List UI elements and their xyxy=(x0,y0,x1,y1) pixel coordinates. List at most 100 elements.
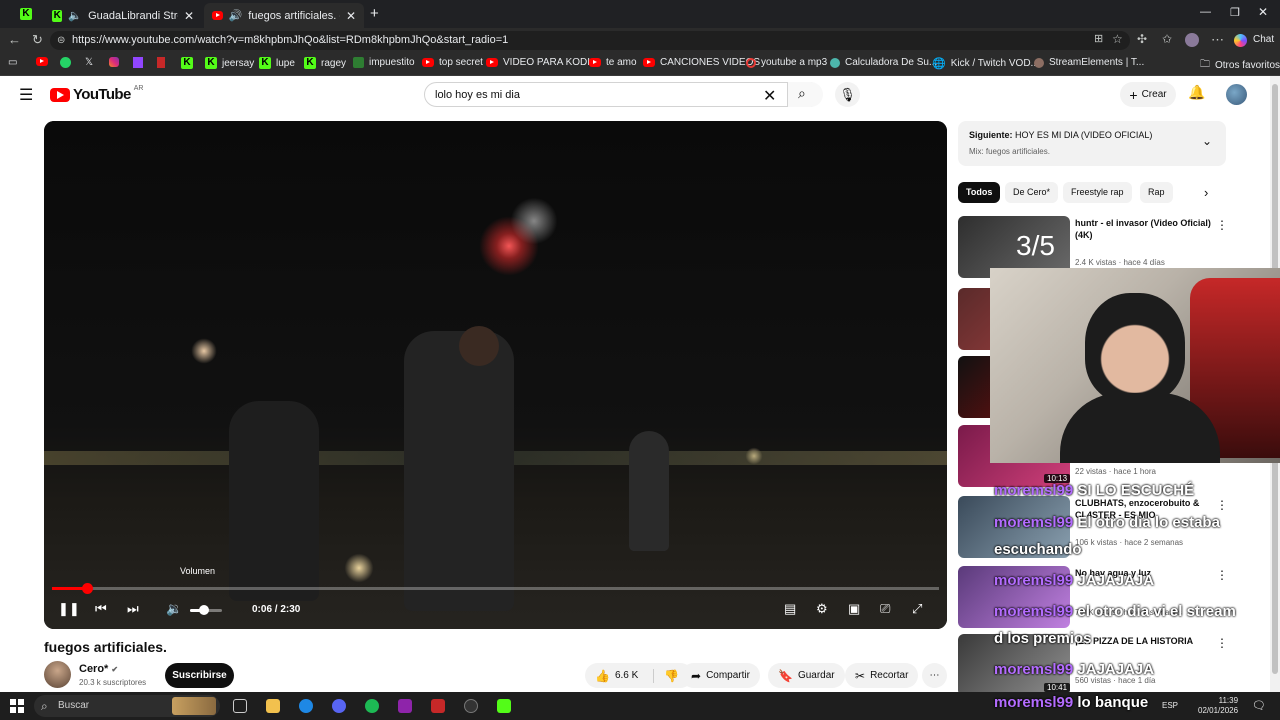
bookmark-x-icon[interactable]: 𝕏 xyxy=(85,57,93,68)
reading-list-icon[interactable]: ▭ xyxy=(8,57,17,68)
chevron-right-icon[interactable]: › xyxy=(1204,185,1208,200)
create-button[interactable]: + Crear xyxy=(1120,82,1176,107)
bookmark-calculadora[interactable]: Calculadora De Su... xyxy=(830,57,937,68)
file-explorer-icon[interactable] xyxy=(266,699,280,713)
chat-button[interactable]: Chat xyxy=(1253,34,1274,45)
more-vertical-icon[interactable]: ⋮ xyxy=(1216,218,1228,232)
restore-icon[interactable]: ❐ xyxy=(1230,6,1240,19)
favorites-icon[interactable]: ✩ xyxy=(1162,32,1172,46)
bookmark-lupe[interactable]: Klupe xyxy=(259,57,295,69)
hamburger-menu-icon[interactable]: ☰ xyxy=(19,85,33,105)
bookmark-streamelements[interactable]: StreamElements | T... xyxy=(1034,57,1144,68)
clock[interactable]: 11:39 02/01/2026 xyxy=(1198,696,1238,716)
search-input[interactable]: lolo hoy es mi dia xyxy=(435,89,520,101)
close-window-icon[interactable]: ✕ xyxy=(1258,5,1268,19)
channel-name[interactable]: Cero* ✔ xyxy=(79,663,118,675)
volume-icon[interactable]: 🔉 xyxy=(166,601,182,617)
clip-button[interactable]: ✂ Recortar xyxy=(845,663,919,688)
app-install-icon[interactable]: ⊞ xyxy=(1094,32,1103,45)
notifications-icon[interactable]: 🗨 xyxy=(1252,699,1266,712)
volume-slider[interactable] xyxy=(190,605,222,615)
search-button[interactable]: ⌕ xyxy=(787,82,823,107)
extensions-icon[interactable]: ✣ xyxy=(1137,32,1147,46)
fullscreen-icon[interactable]: ⤢ xyxy=(912,601,922,617)
new-tab-button[interactable]: + xyxy=(370,5,379,22)
close-tab-icon[interactable]: ✕ xyxy=(346,9,356,23)
bookmark-te-amo[interactable]: te amo xyxy=(589,57,637,68)
bookmark-impuestito[interactable]: impuestito xyxy=(353,57,415,68)
tab-youtube[interactable]: 🔊 fuegos artificiales. - YouTube ✕ xyxy=(204,3,364,28)
pause-icon[interactable]: ❚❚ xyxy=(58,601,80,617)
windows-start-icon[interactable] xyxy=(10,699,24,713)
bookmark-red-icon[interactable] xyxy=(157,57,165,68)
clear-search-icon[interactable]: ✕ xyxy=(763,86,776,106)
keyboard-language[interactable]: ESP xyxy=(1162,701,1178,711)
bookmark-youtube-icon[interactable] xyxy=(36,57,48,66)
subscribe-button[interactable]: Suscribirse xyxy=(165,663,234,688)
chip-todos[interactable]: Todos xyxy=(958,182,1001,203)
like-count[interactable]: 6.6 K xyxy=(615,670,638,681)
miniplayer-icon[interactable]: ▣ xyxy=(848,601,860,617)
channel-avatar[interactable] xyxy=(44,661,71,688)
rec-title[interactable]: ¡ER PIZZA DE LA HISTORIA xyxy=(1075,635,1215,647)
subtitles-icon[interactable]: ▤ xyxy=(784,601,796,617)
video-player[interactable]: Volumen ❚❚ ⏮ ⏭ 🔉 0:06 / 2:30 ▤ ⚙ ▣ ⎚ ⤢ xyxy=(44,121,947,629)
more-menu-icon[interactable]: ⋯ xyxy=(1211,32,1224,48)
bookmark-whatsapp-icon[interactable] xyxy=(60,57,71,68)
spotify-icon[interactable] xyxy=(365,699,379,713)
previous-icon[interactable]: ⏮ xyxy=(95,601,107,617)
rec-title[interactable]: huntr - el invasor (Video Oficial) (4K) xyxy=(1075,217,1215,241)
up-next-panel[interactable]: Siguiente: HOY ES MI DIA (VIDEO OFICIAL)… xyxy=(958,121,1226,166)
profile-avatar[interactable] xyxy=(1185,33,1199,47)
bookmark-canciones-videos[interactable]: CANCIONES VIDEOS xyxy=(643,57,760,68)
settings-gear-icon[interactable]: ⚙ xyxy=(816,601,828,617)
bookmark-youtube-mp3[interactable]: youtube a mp3 xyxy=(746,57,827,68)
taskbar-search[interactable]: ⌕ Buscar xyxy=(34,695,220,717)
copilot-icon[interactable] xyxy=(1234,34,1247,47)
obs-style-icon[interactable] xyxy=(431,699,445,713)
bookmark-top-secret[interactable]: top secret xyxy=(422,57,483,68)
dislike-icon[interactable]: 👎 xyxy=(653,668,679,683)
favorite-star-icon[interactable]: ☆ xyxy=(1112,32,1123,46)
chip-freestyle-rap[interactable]: Freestyle rap xyxy=(1063,182,1132,203)
like-icon[interactable]: 👍 xyxy=(595,669,610,683)
kick-tab-icon[interactable]: K xyxy=(20,8,32,20)
bookmark-twitch-icon[interactable] xyxy=(133,57,143,68)
task-view-icon[interactable] xyxy=(233,699,247,713)
bookmark-kick-icon[interactable]: K xyxy=(181,57,193,69)
bookmark-jeersay[interactable]: Kjeersay xyxy=(205,57,254,69)
other-favorites[interactable]: 🗀 Otros favoritos xyxy=(1200,57,1280,74)
discord-icon[interactable] xyxy=(332,699,346,713)
youtube-logo[interactable]: YouTube AR xyxy=(50,85,143,103)
bookmark-instagram-icon[interactable] xyxy=(109,57,119,67)
account-avatar[interactable] xyxy=(1226,84,1247,105)
voice-search-icon[interactable]: 🎙 xyxy=(835,82,860,107)
chip-de-cero[interactable]: De Cero* xyxy=(1005,182,1059,203)
site-info-icon[interactable]: ⊜ xyxy=(57,31,65,50)
close-tab-icon[interactable]: ✕ xyxy=(184,9,194,23)
next-icon[interactable]: ⏭ xyxy=(127,601,139,617)
more-actions-button[interactable]: ⋯ xyxy=(922,663,947,688)
edge-icon[interactable] xyxy=(299,699,313,713)
back-icon[interactable]: ← xyxy=(8,32,21,47)
app-c-icon[interactable] xyxy=(398,699,412,713)
seek-bar[interactable] xyxy=(52,583,939,594)
speaker-muted-icon[interactable]: 🔈 xyxy=(68,9,82,22)
bookmark-video-kodi[interactable]: VIDEO PARA KODI... xyxy=(486,57,598,68)
search-box[interactable]: lolo hoy es mi dia ✕ ⌕ xyxy=(424,82,823,107)
speaker-icon[interactable]: 🔊 xyxy=(229,9,243,22)
cast-icon[interactable]: ⎚ xyxy=(880,601,890,617)
more-vertical-icon[interactable]: ⋮ xyxy=(1216,636,1228,650)
save-button[interactable]: 🔖 Guardar xyxy=(768,663,845,688)
minimize-icon[interactable]: — xyxy=(1200,6,1211,18)
chip-rap[interactable]: Rap xyxy=(1140,182,1173,203)
tab-guadalibrandi[interactable]: K 🔈 GuadaLibrandi Stream - Watc ✕ xyxy=(44,3,202,28)
bookmark-ragey[interactable]: Kragey xyxy=(304,57,346,69)
chevron-down-icon[interactable]: ⌄ xyxy=(1202,134,1212,148)
kick-icon[interactable] xyxy=(497,699,511,713)
reload-icon[interactable]: ↻ xyxy=(32,32,43,48)
bookmark-kick-twitch-vod[interactable]: 🌐 Kick / Twitch VOD... xyxy=(932,57,1039,70)
more-vertical-icon[interactable]: ⋮ xyxy=(1216,568,1228,582)
url-input[interactable]: ⊜ https://www.youtube.com/watch?v=m8khpb… xyxy=(50,31,1130,50)
notifications-bell-icon[interactable]: 🔔 xyxy=(1188,84,1205,101)
